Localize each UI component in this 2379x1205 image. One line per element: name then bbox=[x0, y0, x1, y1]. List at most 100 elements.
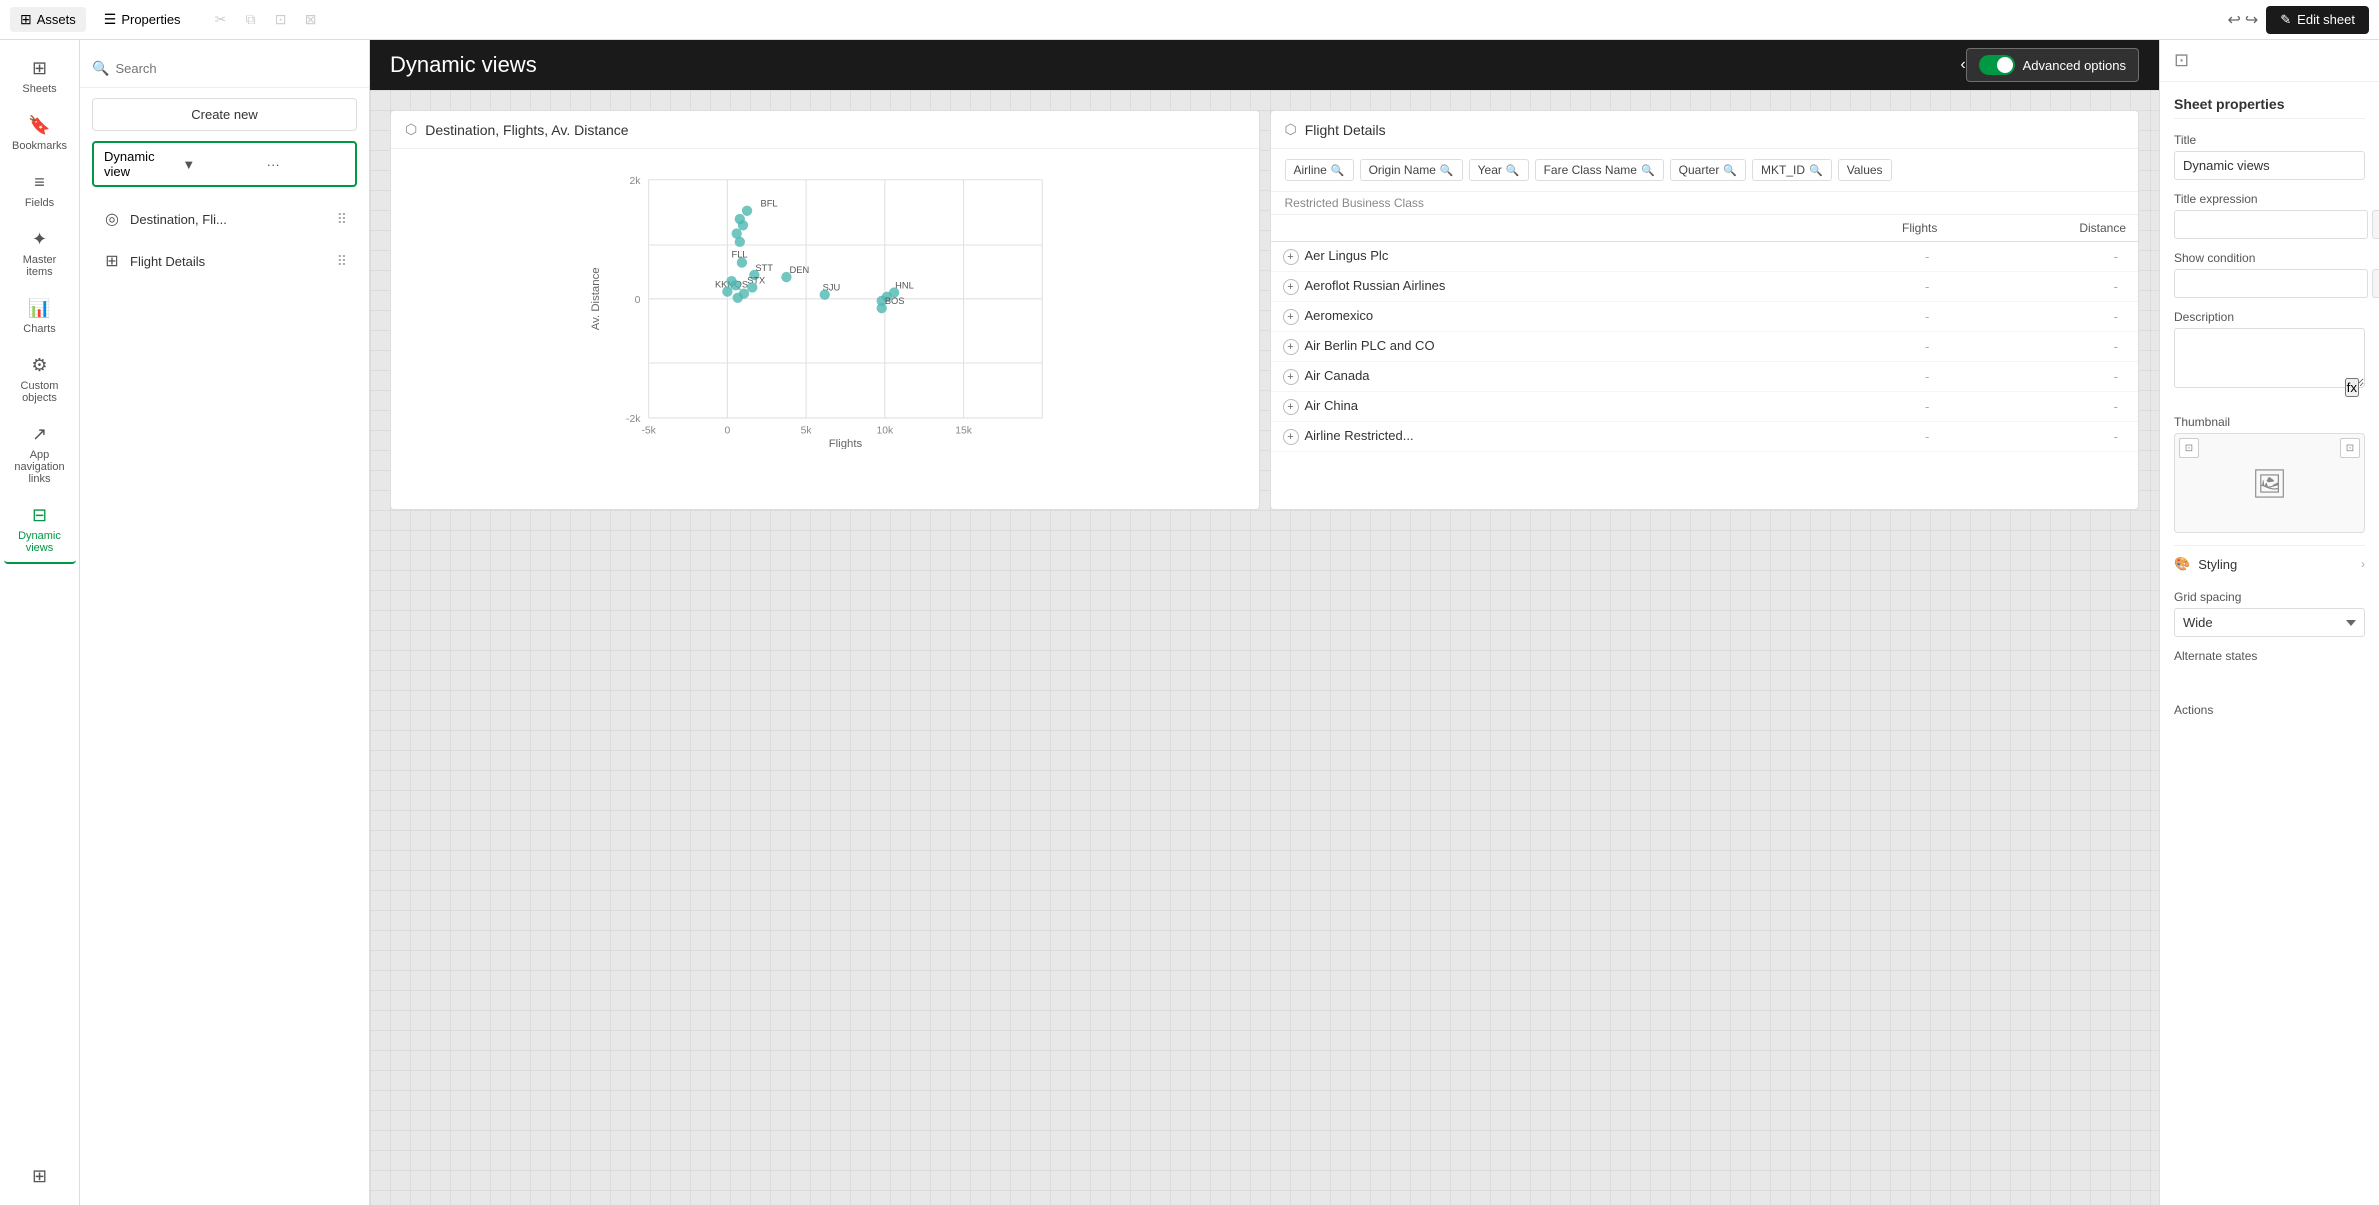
filter-origin-name[interactable]: Origin Name 🔍 bbox=[1360, 159, 1463, 181]
panel-layout-icon: ⊡ bbox=[2174, 50, 2189, 70]
svg-text:Flights: Flights bbox=[829, 438, 863, 449]
filter-year[interactable]: Year 🔍 bbox=[1469, 159, 1529, 181]
title-expression-row: fx bbox=[2174, 210, 2365, 239]
item-dots-icon[interactable]: ⠿ bbox=[337, 211, 347, 228]
cell-distance: - bbox=[1949, 302, 2138, 332]
description-textarea[interactable] bbox=[2174, 328, 2365, 388]
item-dots-icon[interactable]: ⠿ bbox=[337, 253, 347, 270]
redo-icon[interactable]: ↪ bbox=[2245, 10, 2258, 30]
table-filters: Airline 🔍 Origin Name 🔍 Year 🔍 Fare Clas… bbox=[1271, 149, 2139, 192]
more-options-icon[interactable]: ··· bbox=[267, 157, 345, 172]
svg-text:STT: STT bbox=[755, 263, 773, 273]
col-flights: Flights bbox=[1791, 215, 1949, 242]
paste-icon[interactable]: ⊡ bbox=[269, 8, 293, 32]
cell-distance: - bbox=[1949, 422, 2138, 452]
copy-icon[interactable]: ⧉ bbox=[239, 8, 263, 32]
description-label: Description bbox=[2174, 310, 2365, 324]
dynamic-view-dropdown[interactable]: Dynamic view ▼ ··· bbox=[92, 141, 357, 187]
sidebar-item-bookmarks[interactable]: 🔖 Bookmarks bbox=[4, 107, 76, 160]
styling-row[interactable]: 🎨 Styling › bbox=[2174, 545, 2365, 582]
filter-quarter[interactable]: Quarter 🔍 bbox=[1670, 159, 1746, 181]
dynamic-views-icon: ⊟ bbox=[32, 505, 47, 526]
dv-title: Dynamic views bbox=[390, 52, 1960, 78]
thumbnail-label: Thumbnail bbox=[2174, 415, 2365, 429]
values-chip[interactable]: Values bbox=[1838, 159, 1892, 181]
list-item[interactable]: ◎ Destination, Fli... ⠿ bbox=[88, 199, 361, 239]
dropdown-arrow-icon: ▼ bbox=[182, 157, 260, 172]
table-chart-title: Flight Details bbox=[1305, 122, 2124, 138]
toggle-switch[interactable] bbox=[1979, 55, 2015, 75]
table-row: +Air China - - bbox=[1271, 392, 2139, 422]
back-button[interactable]: ‹ bbox=[1960, 56, 1965, 74]
app-nav-icon: ↗ bbox=[32, 424, 47, 445]
sidebar-item-custom-objects[interactable]: ⚙ Custom objects bbox=[4, 347, 76, 412]
table-chart-card: ⬡ Flight Details Airline 🔍 Origin Name 🔍… bbox=[1270, 110, 2140, 510]
sidebar-item-dynamic-views[interactable]: ⊟ Dynamic views bbox=[4, 497, 76, 564]
sidebar-item-bottom[interactable]: ⊞ bbox=[4, 1158, 76, 1195]
cell-flights: - bbox=[1791, 272, 1949, 302]
flight-details-icon: ⊞ bbox=[102, 251, 122, 271]
cell-flights: - bbox=[1791, 392, 1949, 422]
col-distance: Distance bbox=[1949, 215, 2138, 242]
sidebar-item-sheets[interactable]: ⊞ Sheets bbox=[4, 50, 76, 103]
description-fx-button[interactable]: fx bbox=[2345, 378, 2359, 397]
svg-text:FLL: FLL bbox=[732, 249, 748, 259]
sidebar-item-charts[interactable]: 📊 Charts bbox=[4, 290, 76, 343]
advanced-options-toggle[interactable]: Advanced options bbox=[1966, 48, 2139, 82]
table-row: +Air Berlin PLC and CO - - bbox=[1271, 332, 2139, 362]
title-input[interactable] bbox=[2174, 151, 2365, 180]
filter-fare-class[interactable]: Fare Class Name 🔍 bbox=[1535, 159, 1664, 181]
create-new-button[interactable]: Create new bbox=[92, 98, 357, 131]
svg-text:-2k: -2k bbox=[626, 414, 641, 425]
chart-header: ⬡ Destination, Flights, Av. Distance bbox=[391, 111, 1259, 149]
asset-list: ◎ Destination, Fli... ⠿ ⊞ Flight Details… bbox=[80, 197, 369, 1205]
cell-distance: - bbox=[1949, 242, 2138, 272]
cell-airline: +Aer Lingus Plc bbox=[1271, 242, 1792, 272]
dv-header: Dynamic views ‹ Advanced options bbox=[370, 40, 2159, 90]
svg-text:DEN: DEN bbox=[790, 265, 810, 275]
cell-airline: +Airline Restricted... bbox=[1271, 422, 1792, 452]
cell-airline: +Air Canada bbox=[1271, 362, 1792, 392]
cell-distance: - bbox=[1949, 362, 2138, 392]
panel-inner: Sheet properties Title Title expression … bbox=[2160, 82, 2379, 735]
thumbnail-area[interactable]: ⊡ ⊡ 🖼 bbox=[2174, 433, 2365, 533]
properties-tab[interactable]: ☰ Properties bbox=[94, 7, 191, 32]
svg-text:2k: 2k bbox=[629, 176, 641, 187]
cut-icon[interactable]: ✂ bbox=[209, 8, 233, 32]
svg-text:10k: 10k bbox=[876, 425, 894, 436]
grid-spacing-label: Grid spacing bbox=[2174, 590, 2365, 604]
assets-tab[interactable]: ⊞ Assets bbox=[10, 7, 86, 32]
edit-sheet-button[interactable]: ✎ Edit sheet bbox=[2266, 6, 2369, 34]
title-expression-fx-button[interactable]: fx bbox=[2372, 210, 2379, 239]
cell-flights: - bbox=[1791, 242, 1949, 272]
expand-icon[interactable]: ⬡ bbox=[1285, 121, 1297, 138]
data-table: Flights Distance +Aer Lingus Plc - - +Ae… bbox=[1271, 215, 2139, 452]
filter-airline[interactable]: Airline 🔍 bbox=[1285, 159, 1354, 181]
cell-distance: - bbox=[1949, 392, 2138, 422]
sidebar-item-fields[interactable]: ≡ Fields bbox=[4, 164, 76, 217]
thumbnail-corner-tl: ⊡ bbox=[2179, 438, 2199, 458]
asset-panel: 🔍 Create new Dynamic view ▼ ··· ◎ Destin… bbox=[80, 0, 370, 1205]
title-expression-input[interactable] bbox=[2174, 210, 2368, 239]
show-condition-fx-button[interactable]: fx bbox=[2372, 269, 2379, 298]
undo-icon[interactable]: ↩ bbox=[2227, 10, 2240, 30]
fields-icon: ≡ bbox=[34, 172, 45, 193]
svg-text:-5k: -5k bbox=[641, 425, 656, 436]
list-item[interactable]: ⊞ Flight Details ⠿ bbox=[88, 241, 361, 281]
scatter-svg: 2k 0 -2k -5k 0 5k 10k 15k Flights Av. Di… bbox=[401, 159, 1249, 449]
canvas-area[interactable]: ⬡ Destination, Flights, Av. Distance bbox=[370, 90, 2159, 1205]
grid-spacing-select[interactable]: Wide Medium Narrow bbox=[2174, 608, 2365, 637]
search-input[interactable] bbox=[115, 61, 357, 76]
col-airline bbox=[1271, 215, 1792, 242]
sidebar-item-app-nav[interactable]: ↗ App navigation links bbox=[4, 416, 76, 493]
table-chart-header: ⬡ Flight Details bbox=[1271, 111, 2139, 149]
delete-icon[interactable]: ⊠ bbox=[299, 8, 323, 32]
table-row: +Aer Lingus Plc - - bbox=[1271, 242, 2139, 272]
filter-mkt-id[interactable]: MKT_ID 🔍 bbox=[1752, 159, 1832, 181]
show-condition-input[interactable] bbox=[2174, 269, 2368, 298]
expand-icon[interactable]: ⬡ bbox=[405, 121, 417, 138]
svg-text:0: 0 bbox=[635, 295, 641, 306]
cell-airline: +Air China bbox=[1271, 392, 1792, 422]
cell-airline: +Aeromexico bbox=[1271, 302, 1792, 332]
sidebar-item-master-items[interactable]: ✦ Master items bbox=[4, 221, 76, 286]
